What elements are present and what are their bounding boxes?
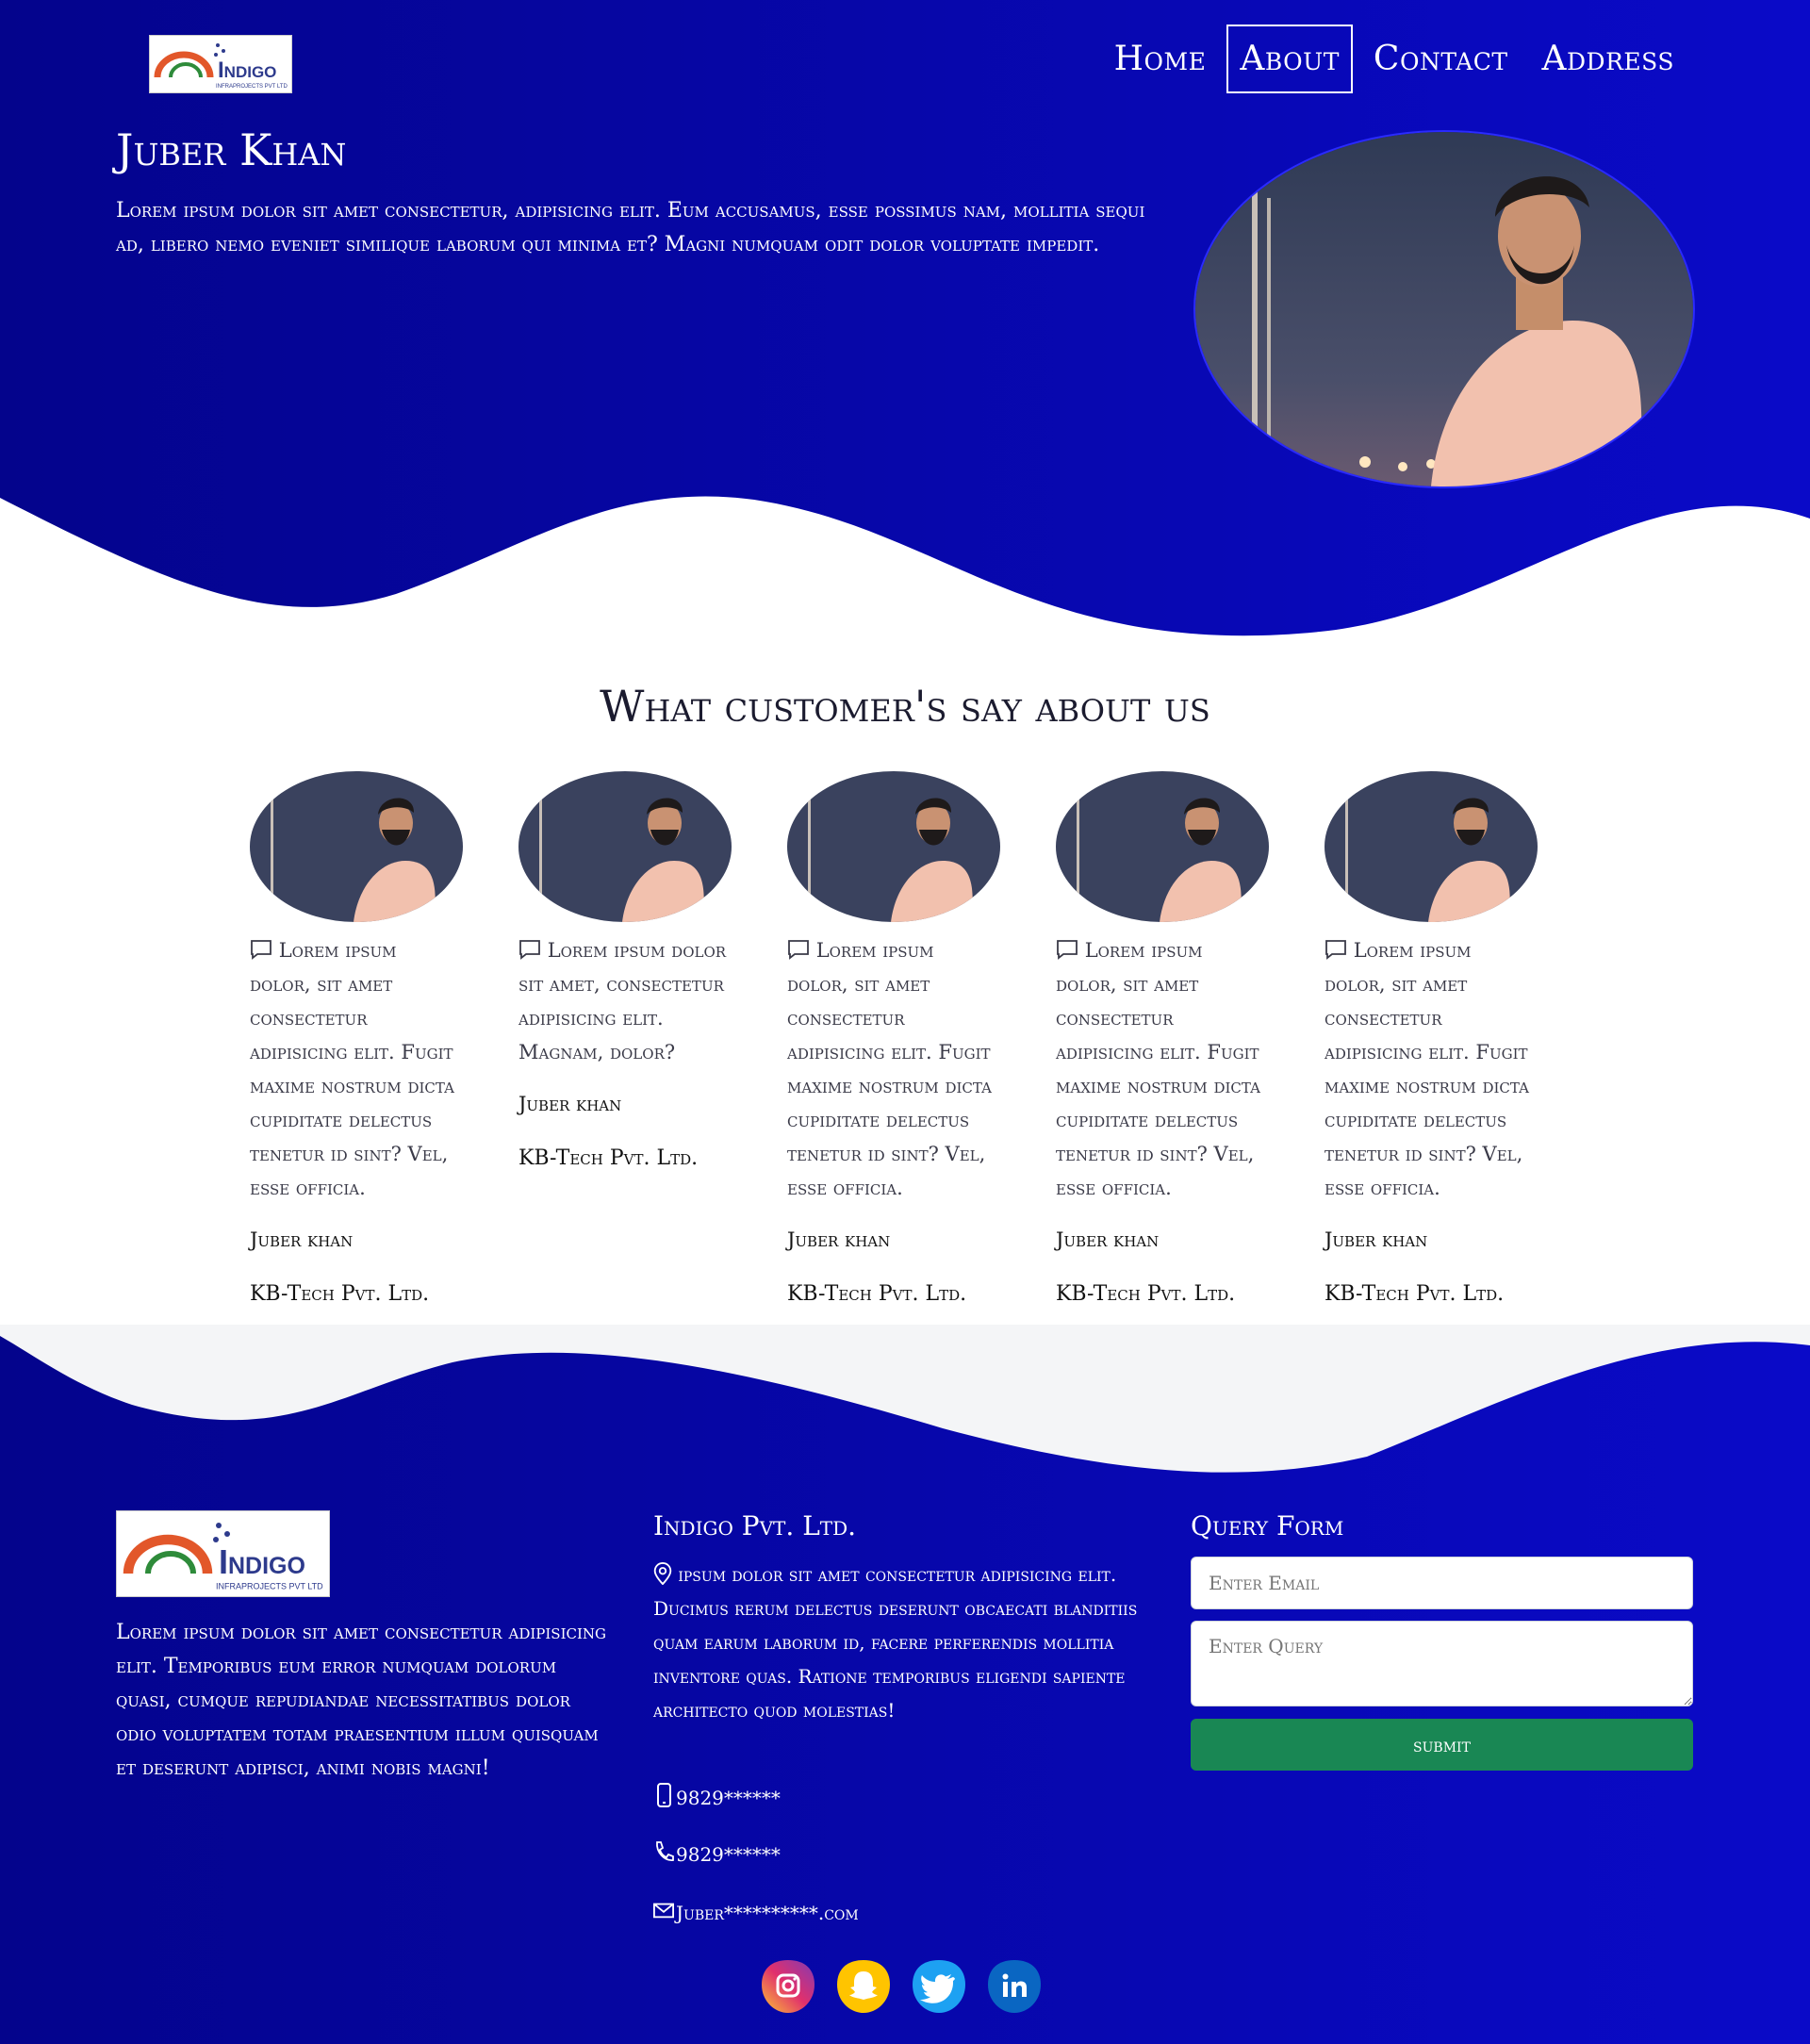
testimonial-author: Juber khan [250, 1228, 354, 1251]
location-pin-icon [653, 1561, 672, 1586]
testimonial-text: Lorem ipsum dolor, sit amet consectetur … [1325, 939, 1529, 1199]
footer-address: ipsum dolor sit amet consectetur adipisi… [653, 1558, 1162, 1727]
footer-phone: 9829****** [653, 1839, 781, 1869]
mobile-icon [653, 1783, 676, 1812]
testimonial-card: Lorem ipsum dolor, sit amet consectetur … [1056, 771, 1269, 1309]
instagram-icon[interactable] [760, 1958, 816, 2015]
main-nav: Home About Contact Address [1101, 25, 1687, 93]
testimonial-company: KB-Tech Pvt. Ltd. [518, 1146, 699, 1170]
submit-button[interactable]: submit [1191, 1719, 1693, 1771]
testimonial-text: Lorem ipsum dolor sit amet, consectetur … [518, 939, 727, 1063]
linkedin-icon[interactable] [986, 1958, 1043, 2015]
envelope-icon [653, 1898, 676, 1927]
testimonial-card: Lorem ipsum dolor sit amet, consectetur … [518, 771, 732, 1309]
testimonial-photo [787, 771, 1000, 922]
testimonial-company: KB-Tech Pvt. Ltd. [250, 1282, 430, 1306]
social-links [760, 1958, 1043, 2015]
footer-email: Juber**********.com [653, 1898, 859, 1927]
footer-about-text: Lorem ipsum dolor sit amet consectetur a… [116, 1621, 607, 1780]
logo-mark: Indigo INFRAPROJECTS PVT LTD [154, 43, 288, 90]
nav-contact[interactable]: Contact [1360, 25, 1522, 93]
testimonial-photo [250, 771, 463, 922]
footer-company-title: Indigo Pvt. Ltd. [653, 1510, 857, 1541]
testimonial-photo [1325, 771, 1538, 922]
testimonial-company: KB-Tech Pvt. Ltd. [1325, 1282, 1505, 1306]
comment-icon [1325, 936, 1347, 960]
testimonial-author: Juber khan [1056, 1228, 1160, 1251]
email-field[interactable] [1191, 1557, 1693, 1609]
query-form-title: Query Form [1191, 1510, 1344, 1541]
phone-number[interactable]: 9829****** [676, 1843, 781, 1866]
testimonial-author: Juber khan [787, 1228, 891, 1251]
testimonial-card: Lorem ipsum dolor, sit amet consectetur … [787, 771, 1000, 1309]
testimonial-author: Juber khan [1325, 1228, 1428, 1251]
profile-photo [1193, 130, 1695, 488]
hero-description: Lorem ipsum dolor sit amet consectetur, … [116, 199, 1145, 256]
comment-icon [518, 936, 541, 960]
comment-icon [1056, 936, 1078, 960]
footer-logo[interactable]: Indigo INFRAPROJECTS PVT LTD [116, 1510, 330, 1597]
twitter-icon[interactable] [911, 1958, 967, 2015]
testimonial-company: KB-Tech Pvt. Ltd. [787, 1282, 967, 1306]
testimonial-author: Juber khan [518, 1093, 622, 1115]
snapchat-icon[interactable] [835, 1958, 892, 2015]
testimonial-text: Lorem ipsum dolor, sit amet consectetur … [787, 939, 992, 1199]
testimonial-list: Lorem ipsum dolor, sit amet consectetur … [250, 771, 1538, 1309]
testimonial-card: Lorem ipsum dolor, sit amet consectetur … [1325, 771, 1538, 1309]
query-field[interactable] [1191, 1621, 1693, 1706]
footer-mobile: 9829****** [653, 1783, 781, 1812]
testimonial-company: KB-Tech Pvt. Ltd. [1056, 1282, 1236, 1306]
hero-title: Juber Khan [116, 124, 347, 175]
nav-home[interactable]: Home [1101, 25, 1220, 93]
testimonial-photo [1056, 771, 1269, 922]
hero-wave [0, 496, 1810, 660]
brand-tagline: INFRAPROJECTS PVT LTD [216, 84, 288, 90]
testimonials-title: What customer's say about us [600, 681, 1210, 732]
mobile-number[interactable]: 9829****** [676, 1787, 781, 1809]
brand-name: Indigo [219, 1542, 305, 1581]
brand-tagline: INFRAPROJECTS PVT LTD [216, 1582, 323, 1591]
footer-wave [0, 1325, 1810, 1473]
site-logo[interactable]: Indigo INFRAPROJECTS PVT LTD [149, 35, 292, 93]
phone-icon [653, 1839, 676, 1869]
brand-name: Indigo [218, 58, 276, 83]
testimonial-photo [518, 771, 732, 922]
nav-address[interactable]: Address [1529, 25, 1687, 93]
email-address[interactable]: Juber**********.com [676, 1902, 859, 1924]
testimonial-text: Lorem ipsum dolor, sit amet consectetur … [250, 939, 454, 1199]
comment-icon [250, 936, 272, 960]
comment-icon [787, 936, 810, 960]
testimonial-text: Lorem ipsum dolor, sit amet consectetur … [1056, 939, 1260, 1199]
footer-address-text: ipsum dolor sit amet consectetur adipisi… [653, 1563, 1138, 1722]
nav-about[interactable]: About [1226, 25, 1353, 93]
logo-mark: Indigo INFRAPROJECTS PVT LTD [123, 1523, 323, 1591]
testimonial-card: Lorem ipsum dolor, sit amet consectetur … [250, 771, 463, 1309]
